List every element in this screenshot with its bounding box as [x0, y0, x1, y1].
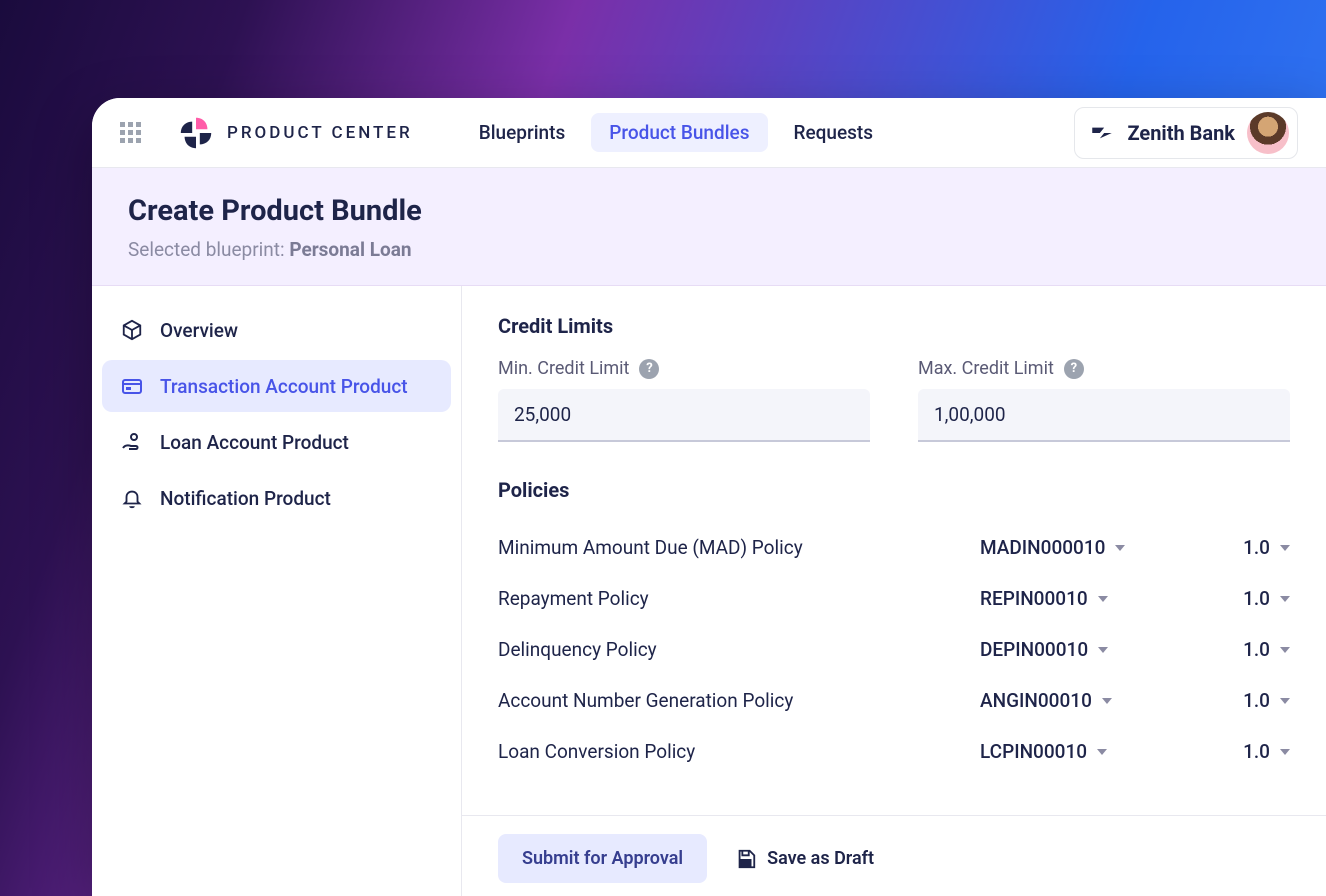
policy-code-select[interactable]: REPIN00010: [980, 587, 1200, 610]
nav-tab-blueprints[interactable]: Blueprints: [461, 113, 584, 152]
chevron-down-icon: [1115, 545, 1125, 551]
sidebar-item-overview[interactable]: Overview: [102, 304, 451, 356]
sidebar-item-loan-account[interactable]: Loan Account Product: [102, 416, 451, 468]
policy-row: Minimum Amount Due (MAD) Policy MADIN000…: [498, 522, 1290, 573]
policy-version-select[interactable]: 1.0: [1200, 638, 1290, 661]
min-credit-field: Min. Credit Limit ?: [498, 358, 870, 442]
topbar: PRODUCT CENTER Blueprints Product Bundle…: [92, 98, 1326, 168]
policy-name: Minimum Amount Due (MAD) Policy: [498, 536, 980, 559]
org-selector[interactable]: Zenith Bank: [1074, 107, 1298, 159]
policy-code-select[interactable]: MADIN000010: [980, 536, 1200, 559]
sidebar-item-label: Overview: [160, 319, 238, 342]
chevron-down-icon: [1102, 698, 1112, 704]
max-credit-label: Max. Credit Limit ?: [918, 358, 1290, 379]
policy-row: Loan Conversion Policy LCPIN00010 1.0: [498, 726, 1290, 777]
main-panel: Credit Limits Min. Credit Limit ? Max. C…: [462, 286, 1326, 896]
chevron-down-icon: [1280, 698, 1290, 704]
sidebar-item-label: Notification Product: [160, 487, 331, 510]
min-credit-input[interactable]: [498, 389, 870, 442]
nav-tab-requests[interactable]: Requests: [776, 113, 892, 152]
org-name: Zenith Bank: [1127, 121, 1235, 145]
policy-name: Delinquency Policy: [498, 638, 980, 661]
help-icon[interactable]: ?: [1064, 359, 1084, 379]
save-draft-button[interactable]: Save as Draft: [735, 848, 874, 870]
cube-icon: [120, 318, 144, 342]
chevron-down-icon: [1280, 749, 1290, 755]
policy-name: Account Number Generation Policy: [498, 689, 980, 712]
policy-row: Repayment Policy REPIN00010 1.0: [498, 573, 1290, 624]
policy-code-select[interactable]: DEPIN00010: [980, 638, 1200, 661]
apps-grid-icon[interactable]: [120, 122, 141, 143]
policy-version-select[interactable]: 1.0: [1200, 536, 1290, 559]
sidebar-item-label: Transaction Account Product: [160, 375, 408, 398]
footer-actions: Submit for Approval Save as Draft: [462, 815, 1326, 896]
policy-row: Account Number Generation Policy ANGIN00…: [498, 675, 1290, 726]
nav-tab-product-bundles[interactable]: Product Bundles: [591, 113, 767, 152]
policy-row: Delinquency Policy DEPIN00010 1.0: [498, 624, 1290, 675]
chevron-down-icon: [1098, 596, 1108, 602]
sidebar: Overview Transaction Account Product Loa…: [92, 286, 462, 896]
credit-limits-row: Min. Credit Limit ? Max. Credit Limit ?: [498, 358, 1290, 442]
org-logo-icon: [1089, 120, 1115, 146]
chevron-down-icon: [1280, 545, 1290, 551]
blueprint-line: Selected blueprint: Personal Loan: [128, 238, 1290, 261]
subheader: Create Product Bundle Selected blueprint…: [92, 168, 1326, 286]
chevron-down-icon: [1280, 647, 1290, 653]
chevron-down-icon: [1280, 596, 1290, 602]
save-icon: [735, 848, 757, 870]
chevron-down-icon: [1097, 749, 1107, 755]
policy-code-select[interactable]: ANGIN00010: [980, 689, 1200, 712]
hand-coin-icon: [120, 430, 144, 454]
sidebar-item-notification[interactable]: Notification Product: [102, 472, 451, 524]
page-title: Create Product Bundle: [128, 194, 1290, 228]
min-credit-label: Min. Credit Limit ?: [498, 358, 870, 379]
policy-version-select[interactable]: 1.0: [1200, 587, 1290, 610]
policy-name: Repayment Policy: [498, 587, 980, 610]
policy-version-select[interactable]: 1.0: [1200, 689, 1290, 712]
policy-code-select[interactable]: LCPIN00010: [980, 740, 1200, 763]
nav-tabs: Blueprints Product Bundles Requests: [461, 113, 891, 152]
chevron-down-icon: [1098, 647, 1108, 653]
help-icon[interactable]: ?: [639, 359, 659, 379]
max-credit-input[interactable]: [918, 389, 1290, 442]
blueprint-name: Personal Loan: [289, 238, 411, 261]
avatar: [1247, 112, 1289, 154]
policies-title: Policies: [498, 478, 1290, 502]
card-icon: [120, 374, 144, 398]
bell-icon: [120, 486, 144, 510]
app-logo[interactable]: PRODUCT CENTER: [177, 114, 413, 152]
app-window: PRODUCT CENTER Blueprints Product Bundle…: [92, 98, 1326, 896]
credit-limits-title: Credit Limits: [498, 314, 1290, 338]
max-credit-field: Max. Credit Limit ?: [918, 358, 1290, 442]
policy-version-select[interactable]: 1.0: [1200, 740, 1290, 763]
body: Overview Transaction Account Product Loa…: [92, 286, 1326, 896]
logo-mark-icon: [177, 114, 215, 152]
sidebar-item-transaction-account[interactable]: Transaction Account Product: [102, 360, 451, 412]
blueprint-prefix: Selected blueprint:: [128, 238, 289, 261]
policies-list: Minimum Amount Due (MAD) Policy MADIN000…: [498, 522, 1290, 777]
app-name: PRODUCT CENTER: [227, 123, 413, 143]
sidebar-item-label: Loan Account Product: [160, 431, 349, 454]
policy-name: Loan Conversion Policy: [498, 740, 980, 763]
submit-button[interactable]: Submit for Approval: [498, 834, 707, 883]
